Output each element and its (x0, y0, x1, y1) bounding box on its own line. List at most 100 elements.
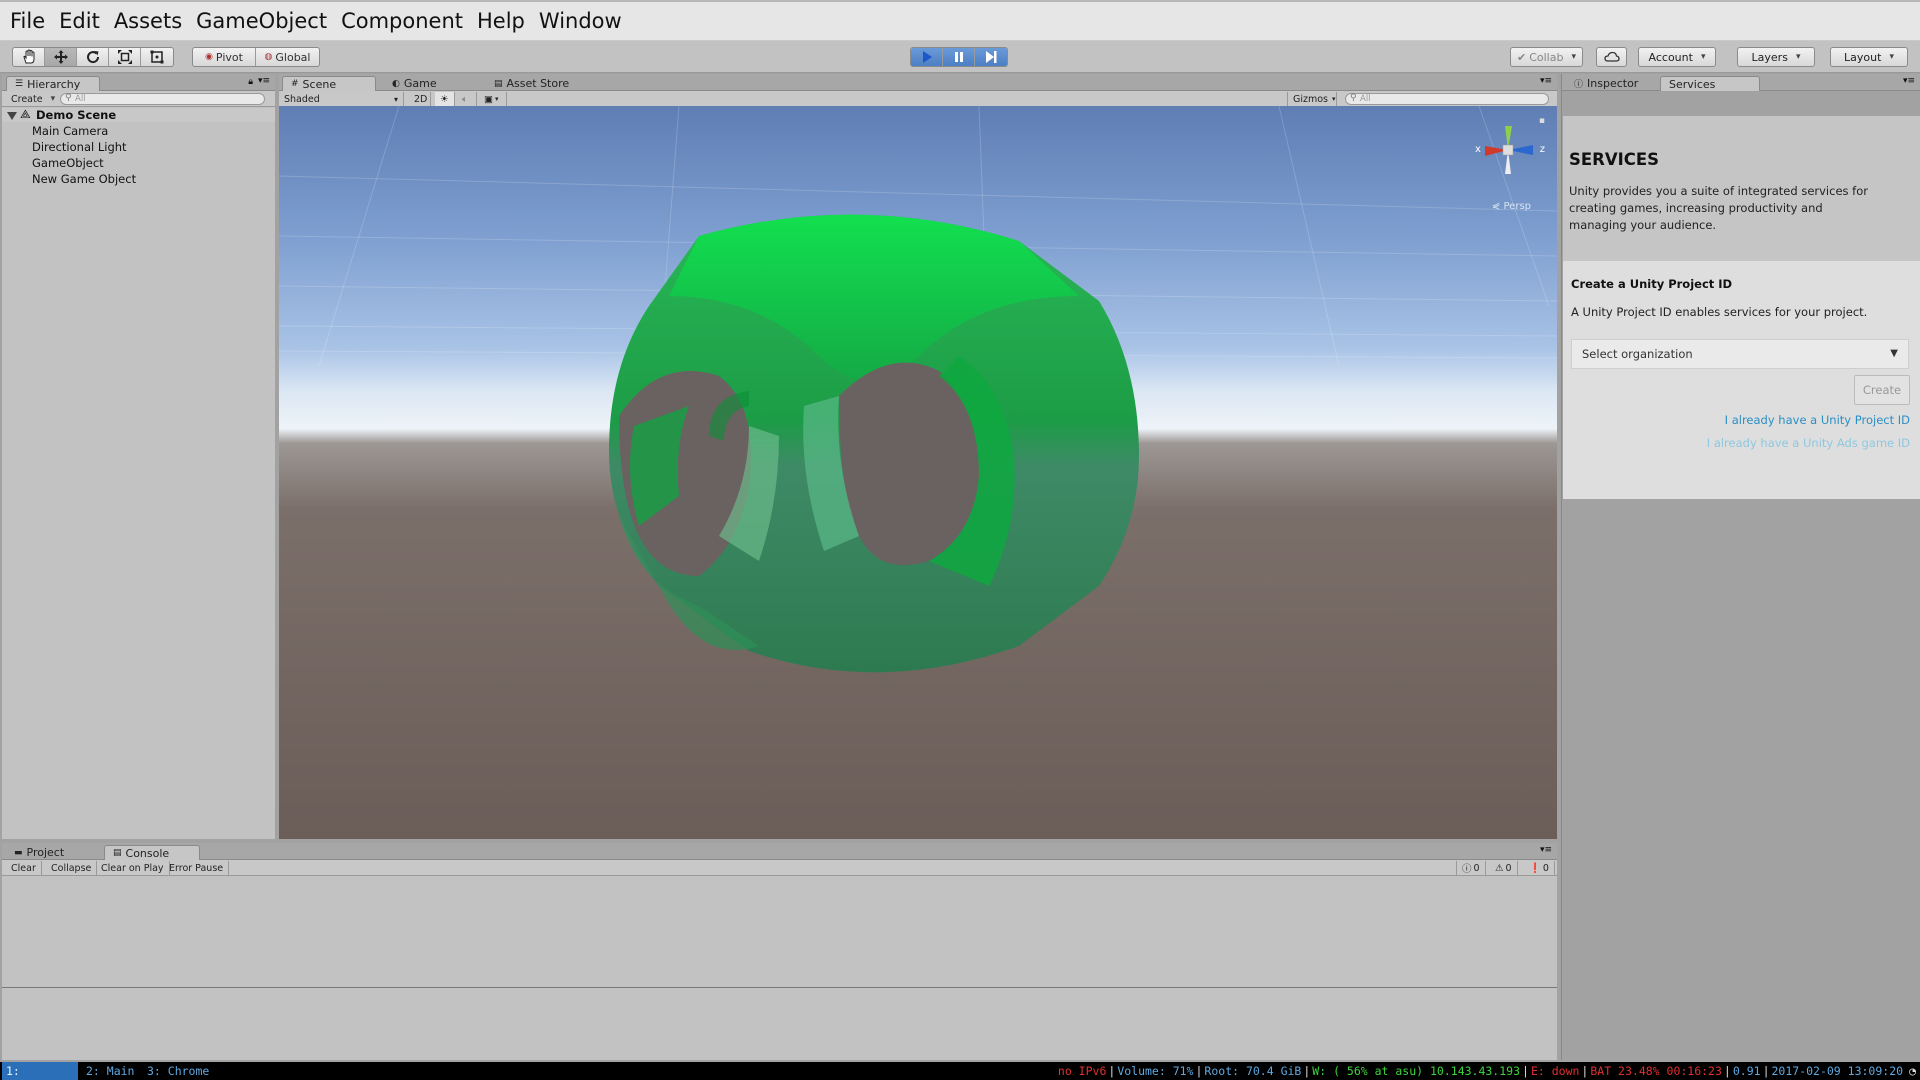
hierarchy-tabrow: ☰ Hierarchy 🔒︎ ▾≡ (2, 74, 275, 91)
scene-search-input[interactable]: All (1345, 93, 1549, 105)
green-object[interactable] (609, 214, 1139, 673)
panel-menu-icon[interactable]: ▾≡ (1903, 76, 1915, 86)
menu-assets[interactable]: Assets (114, 9, 182, 33)
tab-inspector[interactable]: ⓘ Inspector (1566, 76, 1646, 91)
cloud-button[interactable] (1596, 47, 1627, 67)
hierarchy-item[interactable]: Main Camera (32, 124, 108, 138)
account-dropdown[interactable]: Account (1638, 47, 1716, 67)
pivot-global-group: ◉ Pivot ◍ Global (192, 47, 320, 67)
play-icon (922, 51, 932, 63)
collapse-button[interactable]: Collapse (46, 861, 98, 875)
status-separator: | (1303, 1064, 1311, 1078)
menu-gameobject[interactable]: GameObject (196, 9, 327, 33)
layers-dropdown[interactable]: Layers (1737, 47, 1815, 67)
workspace-2[interactable]: 2: Main (82, 1062, 138, 1080)
check-icon: ✔ (1517, 50, 1527, 64)
lock-icon[interactable]: 🔒︎ (248, 77, 253, 87)
play-button[interactable] (911, 48, 943, 66)
scene-row[interactable]: ⟁ Demo Scene (2, 107, 275, 122)
rotate-tool-icon[interactable] (77, 48, 109, 66)
panel-menu-icon[interactable]: ▾≡ (1540, 845, 1552, 855)
services-description: Unity provides you a suite of integrated… (1569, 184, 1868, 232)
layers-label: Layers (1751, 50, 1788, 64)
scene-viewport[interactable]: x z ▪ ⋞ Persp (279, 106, 1557, 839)
hierarchy-toolbar: Create All (2, 91, 275, 107)
lighting-toggle[interactable]: ☀ (435, 92, 455, 106)
lock-icon[interactable]: ▪ (1539, 116, 1545, 126)
layout-dropdown[interactable]: Layout (1830, 47, 1908, 67)
console-detail-area[interactable] (2, 989, 1557, 1037)
hand-tool-icon[interactable] (13, 48, 45, 66)
create-label: Create (11, 93, 43, 105)
error-pause-button[interactable]: Error Pause (164, 861, 230, 875)
move-tool-icon[interactable] (45, 48, 77, 66)
cloud-icon (1603, 51, 1620, 62)
services-heading: SERVICES (1569, 150, 1660, 169)
gizmos-label: Gizmos (1293, 93, 1329, 105)
tab-asset-store[interactable]: ▤ Asset Store (486, 76, 577, 91)
tab-project[interactable]: ▬ Project (6, 845, 100, 860)
gizmos-dropdown[interactable]: Gizmos ▾ (1287, 92, 1337, 106)
console-log-area[interactable] (2, 876, 1557, 988)
pivot-toggle[interactable]: ◉ Pivot (193, 48, 257, 66)
orientation-gizmo[interactable]: x z (1475, 116, 1545, 180)
create-button[interactable]: Create (1854, 375, 1910, 405)
2d-toggle[interactable]: 2D (409, 92, 431, 106)
clear-on-play-button[interactable]: Clear on Play (96, 861, 170, 875)
inspector-tab-label: Inspector (1587, 77, 1639, 90)
audio-toggle[interactable]: 🔈︎ (457, 92, 477, 106)
select-organization-dropdown[interactable]: Select organization ▼ (1571, 339, 1909, 369)
global-toggle[interactable]: ◍ Global (256, 48, 319, 66)
rect-tool-icon[interactable] (141, 48, 173, 66)
error-count-toggle[interactable]: ❗ 0 (1524, 861, 1555, 875)
projection-label[interactable]: ⋞ Persp (1492, 201, 1531, 212)
menu-edit[interactable]: Edit (59, 9, 100, 33)
tab-services[interactable]: Services (1660, 76, 1760, 91)
effects-dropdown[interactable]: ▣ ▾ (479, 92, 507, 106)
status-separator: | (1195, 1064, 1203, 1078)
project-tab-label: Project (26, 846, 65, 859)
tab-game[interactable]: ◐ Game (384, 76, 445, 91)
battery-status: BAT 23.48% 00:16:23 (1590, 1064, 1722, 1078)
dropdown-arrow-icon: ▾ (494, 95, 499, 103)
hierarchy-search-input[interactable]: All (60, 93, 265, 105)
tab-hierarchy[interactable]: ☰ Hierarchy (6, 76, 100, 91)
console-icon: ▤ (113, 848, 122, 858)
menu-component[interactable]: Component (341, 9, 463, 33)
status-separator: | (1762, 1064, 1770, 1078)
scale-tool-icon[interactable] (109, 48, 141, 66)
axis-z-label: z (1539, 144, 1545, 155)
image-icon: ▣ (484, 93, 493, 105)
status-separator: | (1581, 1064, 1589, 1078)
status-separator: | (1108, 1064, 1116, 1078)
collab-dropdown[interactable]: ✔ Collab (1510, 47, 1583, 67)
menu-file[interactable]: File (10, 9, 45, 33)
create-dropdown[interactable]: Create (6, 92, 60, 106)
existing-ads-id-link[interactable]: I already have a Unity Ads game ID (1707, 436, 1910, 450)
hierarchy-item[interactable]: Directional Light (32, 140, 127, 154)
warning-count-toggle[interactable]: ⚠ 0 (1490, 861, 1518, 875)
workspace-1[interactable]: 1: Clients (2, 1062, 78, 1080)
tray-icon[interactable]: ◔ (1909, 1064, 1916, 1078)
step-button[interactable] (975, 48, 1007, 66)
info-count-toggle[interactable]: ⓘ 0 (1456, 861, 1486, 875)
scene-render (279, 106, 1557, 673)
existing-project-id-link[interactable]: I already have a Unity Project ID (1725, 413, 1910, 427)
tab-console[interactable]: ▤ Console (104, 845, 200, 860)
expand-arrow-icon[interactable] (7, 112, 17, 120)
panel-menu-icon[interactable]: ▾≡ (1540, 76, 1552, 86)
play-controls (910, 47, 1008, 67)
tab-scene[interactable]: # Scene (282, 76, 376, 91)
console-panel: ▬ Project ▤ Console ▾≡ Clear Collapse Cl… (2, 843, 1557, 1060)
workspace-3[interactable]: 3: Chrome (143, 1062, 213, 1080)
pause-button[interactable] (943, 48, 975, 66)
create-project-title: Create a Unity Project ID (1571, 277, 1733, 291)
menu-help[interactable]: Help (477, 9, 525, 33)
panel-menu-icon[interactable]: ▾≡ (258, 76, 270, 86)
shading-dropdown[interactable]: Shaded ▾ (279, 92, 404, 106)
hierarchy-item[interactable]: New Game Object (32, 172, 136, 186)
hierarchy-item[interactable]: GameObject (32, 156, 104, 170)
menu-window[interactable]: Window (539, 9, 622, 33)
services-header: SERVICES Unity provides you a suite of i… (1563, 116, 1920, 261)
clear-button[interactable]: Clear (6, 861, 42, 875)
